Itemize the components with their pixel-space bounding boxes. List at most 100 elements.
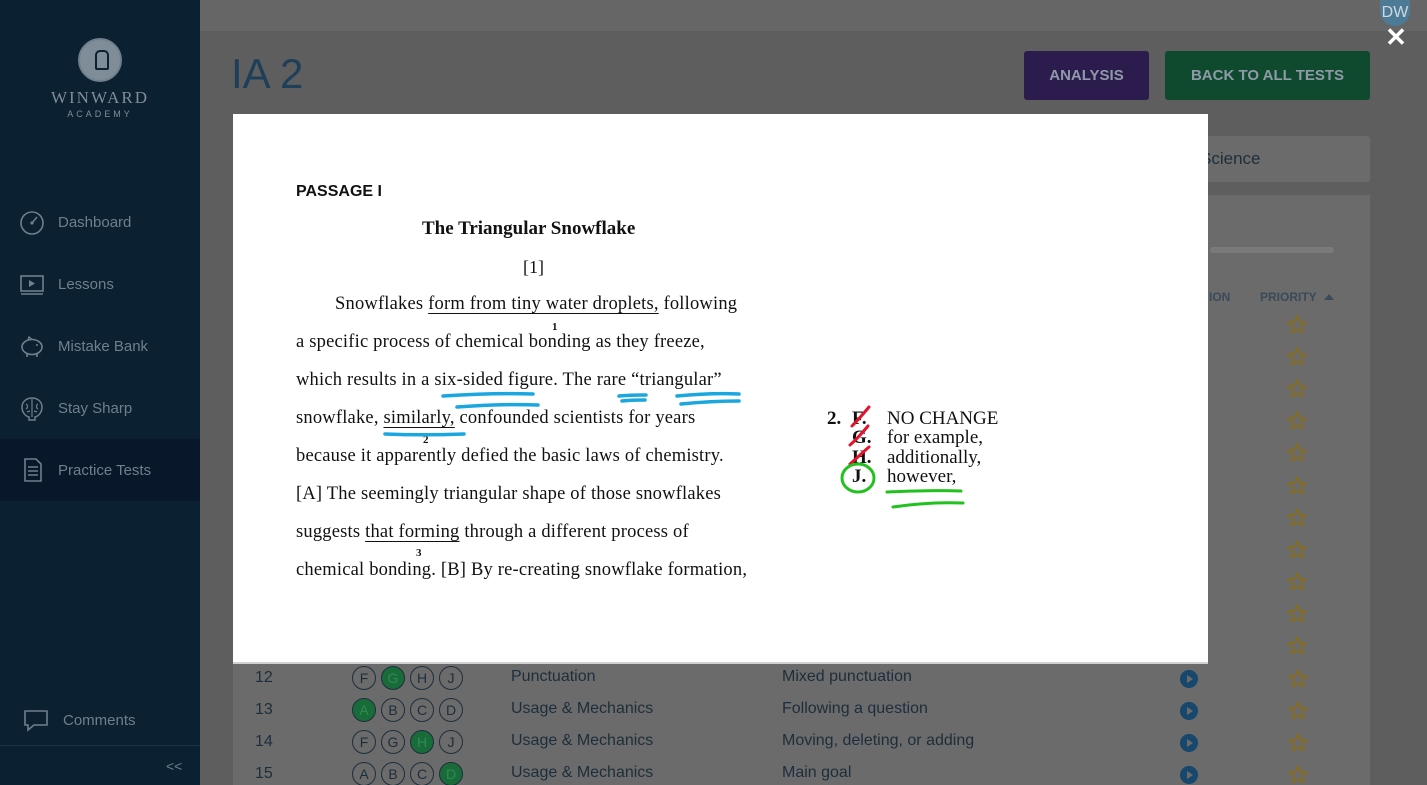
sidebar: WINWARD ACADEMY Dashboard Lessons Mistak… [0, 0, 200, 785]
priority-star-icon[interactable] [1287, 668, 1309, 690]
highlight-underline [617, 393, 648, 398]
sidebar-item-practice-tests[interactable]: Practice Tests [0, 439, 200, 501]
question-number-cell: 14 [255, 733, 273, 750]
answer-choice-bubble: B [381, 762, 405, 785]
footnote-number: 3 [416, 547, 422, 559]
sidebar-item-stay-sharp[interactable]: Stay Sharp [0, 377, 200, 439]
answer-choice-bubble: A [352, 698, 376, 722]
answer-choice-bubble: H [410, 666, 434, 690]
answer-choice-bubble: D [439, 698, 463, 722]
priority-star-icon[interactable] [1286, 314, 1308, 336]
passage-line: [A] The seemingly triangular shape of th… [296, 484, 722, 504]
collapse-sidebar-button[interactable]: << [166, 758, 182, 774]
sidebar-divider [0, 745, 200, 746]
passage-line: a specific process of chemical bonding a… [296, 332, 705, 352]
highlight-underline [441, 391, 535, 398]
answer-choice-bubble: G [381, 730, 405, 754]
passage-label: PASSAGE I [296, 183, 382, 200]
play-video-icon[interactable] [1180, 734, 1198, 752]
priority-star-icon[interactable] [1287, 732, 1309, 754]
sidebar-item-label: Practice Tests [58, 461, 152, 479]
passage-line: Snowflakes form from tiny water droplets… [335, 294, 738, 314]
sort-ascending-icon[interactable] [1324, 294, 1334, 300]
document-icon [18, 456, 46, 484]
passage-line: because it apparently defied the basic l… [296, 446, 724, 466]
passage-line: snowflake, similarly, confounded scienti… [296, 408, 696, 428]
sidebar-item-label: Dashboard [58, 213, 132, 231]
category-cell: Usage & Mechanics [511, 700, 654, 717]
answer-choice-bubble: J [439, 730, 463, 754]
tab-science[interactable]: Science [1200, 149, 1260, 169]
answer-choice-bubble: A [352, 762, 376, 785]
priority-star-icon[interactable] [1286, 635, 1308, 657]
priority-star-icon[interactable] [1286, 410, 1308, 432]
passage-line: chemical bonding. [B] By re-creating sno… [296, 560, 748, 580]
answer-choice-bubble: G [381, 666, 405, 690]
option-text: for example, [887, 427, 984, 448]
top-bar [200, 0, 1427, 31]
subcategory-cell: Following a question [782, 700, 928, 717]
answer-underline [885, 489, 963, 494]
play-video-icon[interactable] [1180, 702, 1198, 720]
brand-sub: ACADEMY [67, 109, 133, 119]
comments-label: Comments [63, 711, 136, 729]
sidebar-item-lessons[interactable]: Lessons [0, 253, 200, 315]
brand-name: WINWARD [50, 88, 150, 107]
column-header-priority[interactable]: PRIORITY [1260, 290, 1317, 304]
answer-choice-bubble: H [410, 730, 434, 754]
play-video-icon[interactable] [1180, 766, 1198, 784]
answer-choice-bubble: C [410, 698, 434, 722]
category-cell: Punctuation [511, 668, 596, 685]
priority-star-icon[interactable] [1286, 475, 1308, 497]
priority-star-icon[interactable] [1287, 700, 1309, 722]
sidebar-item-mistake-bank[interactable]: Mistake Bank [0, 315, 200, 377]
subcategory-cell: Mixed punctuation [782, 668, 912, 685]
sidebar-item-label: Mistake Bank [58, 337, 149, 355]
answer-choice-bubble: C [410, 762, 434, 785]
table-row: 15 A B C D Usage & Mechanics Main goal [233, 759, 1370, 785]
passage-line: which results in a six-sided figure. The… [296, 370, 722, 390]
column-header-partial[interactable]: ION [1209, 290, 1230, 304]
analysis-button[interactable]: ANALYSIS [1024, 51, 1149, 100]
close-icon[interactable]: ✕ [1384, 22, 1408, 53]
play-video-icon[interactable] [1180, 670, 1198, 688]
subcategory-cell: Main goal [782, 764, 852, 781]
comments-button[interactable]: Comments [0, 700, 200, 740]
answer-underline [891, 501, 965, 509]
sidebar-item-label: Lessons [58, 275, 114, 293]
priority-star-icon[interactable] [1286, 378, 1308, 400]
option-letter: G. [852, 427, 872, 448]
priority-star-icon[interactable] [1286, 507, 1308, 529]
passage-title: The Triangular Snowflake [422, 218, 636, 239]
table-row: 14 F G H J Usage & Mechanics Moving, deleting,… [233, 727, 1370, 759]
priority-star-icon[interactable] [1287, 764, 1309, 785]
priority-star-icon[interactable] [1286, 539, 1308, 561]
sidebar-item-label: Stay Sharp [58, 399, 133, 417]
progress-track [1210, 247, 1334, 253]
video-icon [18, 270, 46, 298]
answer-choice-bubble: F [352, 666, 376, 690]
footnote-number: 2 [423, 434, 429, 446]
answer-choice-bubble: B [381, 698, 405, 722]
subcategory-cell: Moving, deleting, or adding [782, 732, 975, 749]
highlight-underline [675, 391, 741, 398]
brand-logo[interactable]: WINWARD ACADEMY [0, 38, 200, 119]
highlight-underline [455, 402, 540, 409]
brain-icon [18, 394, 46, 422]
category-cell: Usage & Mechanics [511, 732, 654, 749]
table-row: 12 F G H J Punctuation Mixed punctuation [233, 663, 1370, 695]
priority-star-icon[interactable] [1286, 442, 1308, 464]
priority-star-icon[interactable] [1286, 346, 1308, 368]
question-number: 2. [827, 408, 842, 429]
answer-choice-bubble: J [439, 666, 463, 690]
highlight-underline [620, 398, 647, 403]
back-to-all-tests-button[interactable]: BACK TO ALL TESTS [1165, 51, 1370, 100]
question-image-modal: PASSAGE I The Triangular Snowflake [1] S… [233, 114, 1208, 662]
sidebar-item-dashboard[interactable]: Dashboard [0, 191, 200, 253]
priority-star-icon[interactable] [1286, 603, 1308, 625]
option-text: however, [887, 466, 957, 487]
answer-choice-bubble: D [439, 762, 463, 785]
option-letter: J. [852, 466, 867, 487]
lightbulb-icon [78, 38, 122, 82]
priority-star-icon[interactable] [1286, 571, 1308, 593]
